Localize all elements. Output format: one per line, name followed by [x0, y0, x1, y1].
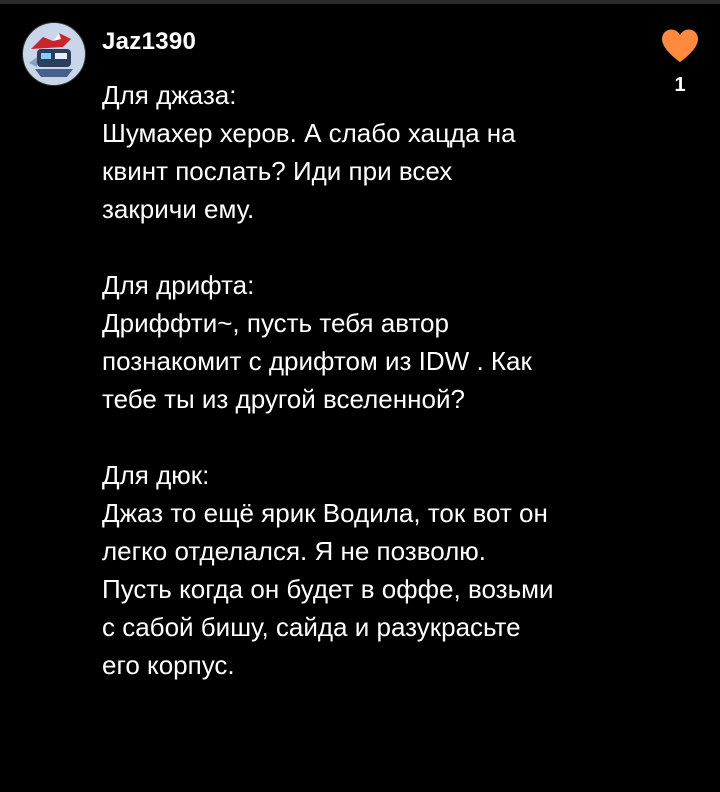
comment-line: с сабой бишу, сайда и разукрасьте: [102, 612, 521, 642]
comment-line: познакомит с дрифтом из IDW . Как: [102, 346, 532, 376]
comment-line: его корпус.: [102, 650, 235, 680]
comment-line: Шумахер херов. А слабо хацда на: [102, 118, 516, 148]
comment-line: закричи ему.: [102, 194, 255, 224]
comment-line: Дриффти~, пусть тебя автор: [102, 308, 449, 338]
comment-line: тебе ты из другой вселенной?: [102, 384, 465, 414]
comment-item: Jaz1390 1 Для джаза: Шумахер херов. А сл…: [0, 0, 720, 792]
comment-text: Для джаза: Шумахер херов. А слабо хацда …: [102, 76, 642, 722]
heart-icon[interactable]: [660, 28, 700, 64]
username[interactable]: Jaz1390: [102, 28, 196, 56]
comment-line: легко отделался. Я не позволю.: [102, 536, 487, 566]
comment-line: Для джаза:: [102, 80, 237, 110]
comment-line: Для дюк:: [102, 460, 210, 490]
comment-line: Пусть когда он будет в оффе, возьми: [102, 574, 554, 604]
comment-paragraph: Для дюк: Джаз то ещё ярик Водила, ток во…: [102, 456, 642, 684]
comment-paragraph: Для джаза: Шумахер херов. А слабо хацда …: [102, 76, 642, 228]
comment-paragraph: Для дрифта: Дриффти~, пусть тебя автор п…: [102, 266, 642, 418]
comment-line: Джаз то ещё ярик Водила, ток вот он: [102, 498, 548, 528]
comment-line: Для дрифта:: [102, 270, 255, 300]
like-count: 1: [674, 74, 686, 96]
comment-line: квинт послать? Иди при всех: [102, 156, 453, 186]
robot-avatar-icon: [23, 23, 85, 85]
avatar[interactable]: [22, 22, 86, 86]
